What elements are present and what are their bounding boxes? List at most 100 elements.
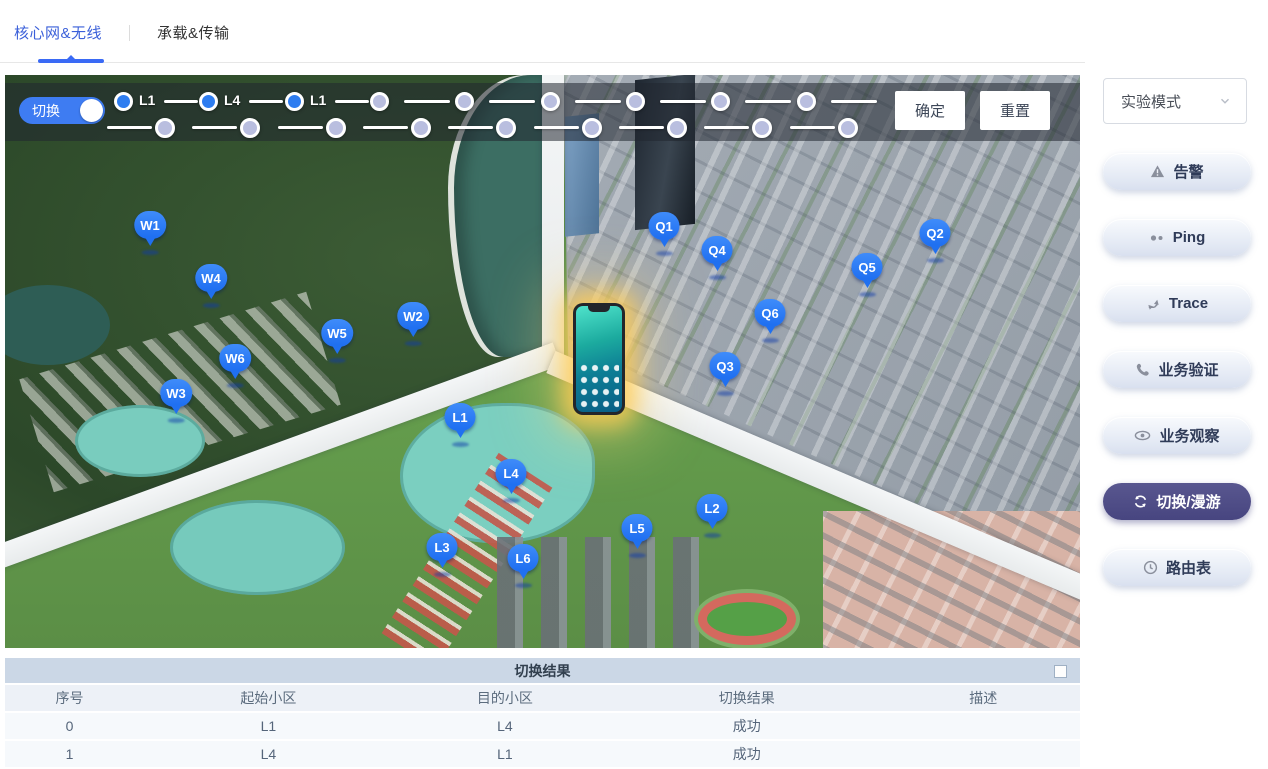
step-knob-top[interactable] bbox=[285, 92, 304, 111]
ping-button[interactable]: Ping bbox=[1103, 219, 1251, 256]
step-knob-top[interactable] bbox=[199, 92, 218, 111]
tab-bearer-transport[interactable]: 承载&传输 bbox=[157, 22, 230, 43]
step-track bbox=[704, 126, 749, 129]
pin-shadow bbox=[168, 418, 185, 423]
service-observe-button[interactable]: 业务观察 bbox=[1103, 417, 1251, 454]
trace-button[interactable]: Trace bbox=[1103, 285, 1251, 322]
ping-icon bbox=[1149, 232, 1165, 244]
step-knob-bottom[interactable] bbox=[838, 118, 858, 138]
step-track bbox=[107, 126, 152, 129]
step-track bbox=[619, 126, 664, 129]
map-stadium bbox=[698, 593, 796, 645]
tab-separator bbox=[129, 25, 130, 41]
marker-L2[interactable]: L2 bbox=[697, 494, 728, 522]
service-verify-button[interactable]: 业务验证 bbox=[1103, 351, 1251, 388]
marker-L3[interactable]: L3 bbox=[427, 533, 458, 561]
pin-shadow bbox=[142, 250, 159, 255]
handover-roaming-button-label: 切换/漫游 bbox=[1156, 491, 1220, 512]
eye-icon bbox=[1134, 429, 1151, 442]
app-window: 核心网&无线 承载&传输 切换 bbox=[0, 0, 1268, 769]
step-knob-bottom[interactable] bbox=[155, 118, 175, 138]
handover-result-table: 切换结果 序号 起始小区 目的小区 切换结果 描述 0 L1 L4 成功 1 L… bbox=[5, 658, 1080, 769]
phone-app-grid bbox=[579, 363, 619, 409]
col-header-source-cell: 起始小区 bbox=[134, 688, 403, 708]
step-knob-top[interactable] bbox=[626, 92, 645, 111]
routing-table-button-label: 路由表 bbox=[1166, 557, 1211, 578]
step-knob-bottom[interactable] bbox=[752, 118, 772, 138]
warning-icon bbox=[1150, 164, 1165, 179]
routing-table-button[interactable]: 路由表 bbox=[1103, 549, 1251, 586]
step-knob-bottom[interactable] bbox=[582, 118, 602, 138]
step-label: L1 bbox=[139, 92, 155, 108]
marker-Q1[interactable]: Q1 bbox=[649, 212, 680, 240]
alarm-button-label: 告警 bbox=[1173, 161, 1203, 182]
step-knob-top[interactable] bbox=[711, 92, 730, 111]
col-header-result: 切换结果 bbox=[607, 688, 887, 708]
marker-Q3[interactable]: Q3 bbox=[710, 352, 741, 380]
cell-index: 0 bbox=[5, 718, 134, 734]
step-track bbox=[660, 100, 706, 103]
pin-shadow bbox=[859, 292, 876, 297]
reset-button[interactable]: 重置 bbox=[980, 91, 1050, 130]
handover-roaming-button[interactable]: 切换/漫游 bbox=[1103, 483, 1251, 520]
alarm-button[interactable]: 告警 bbox=[1103, 153, 1251, 190]
marker-L4[interactable]: L4 bbox=[496, 459, 527, 487]
table-title-bar: 切换结果 bbox=[5, 658, 1080, 685]
step-knob-bottom[interactable] bbox=[240, 118, 260, 138]
step-knob-bottom[interactable] bbox=[496, 118, 516, 138]
marker-W5[interactable]: W5 bbox=[321, 319, 353, 347]
confirm-button[interactable]: 确定 bbox=[895, 91, 965, 130]
step-knob-bottom[interactable] bbox=[326, 118, 346, 138]
step-knob-bottom[interactable] bbox=[411, 118, 431, 138]
table-title: 切换结果 bbox=[515, 661, 571, 681]
pin-shadow bbox=[629, 553, 646, 558]
handover-mode-toggle-label: 切换 bbox=[32, 101, 60, 121]
step-knob-top[interactable] bbox=[797, 92, 816, 111]
step-track bbox=[489, 100, 535, 103]
handover-step-9 bbox=[797, 75, 907, 141]
marker-W4[interactable]: W4 bbox=[195, 264, 227, 292]
pin-shadow bbox=[927, 258, 944, 263]
tab-core-wireless[interactable]: 核心网&无线 bbox=[14, 22, 102, 43]
step-knob-top[interactable] bbox=[455, 92, 474, 111]
marker-W6[interactable]: W6 bbox=[219, 344, 251, 372]
marker-W3[interactable]: W3 bbox=[160, 379, 192, 407]
handover-mode-toggle[interactable]: 切换 bbox=[19, 97, 105, 124]
experiment-mode-value: 实验模式 bbox=[1121, 91, 1181, 112]
service-verify-button-label: 业务验证 bbox=[1158, 359, 1218, 380]
marker-Q5[interactable]: Q5 bbox=[852, 253, 883, 281]
trace-button-label: Trace bbox=[1169, 295, 1208, 312]
experiment-mode-select[interactable]: 实验模式 bbox=[1103, 78, 1247, 124]
marker-W2[interactable]: W2 bbox=[397, 302, 429, 330]
pin-shadow bbox=[717, 391, 734, 396]
step-knob-bottom[interactable] bbox=[667, 118, 687, 138]
step-track bbox=[192, 126, 237, 129]
marker-L6[interactable]: L6 bbox=[508, 544, 539, 572]
cell-index: 1 bbox=[5, 746, 134, 762]
pin-shadow bbox=[709, 275, 726, 280]
step-track bbox=[363, 126, 408, 129]
maximize-icon[interactable] bbox=[1054, 665, 1067, 678]
chevron-down-icon bbox=[1218, 94, 1232, 108]
marker-L1[interactable]: L1 bbox=[445, 403, 476, 431]
col-header-index: 序号 bbox=[5, 688, 134, 708]
marker-Q2[interactable]: Q2 bbox=[920, 219, 951, 247]
phone-screen bbox=[576, 306, 622, 412]
table-row[interactable]: 1 L4 L1 成功 bbox=[5, 741, 1080, 769]
ue-phone[interactable] bbox=[573, 303, 625, 415]
cell-target: L4 bbox=[403, 718, 607, 734]
ping-button-label: Ping bbox=[1173, 229, 1206, 246]
marker-L5[interactable]: L5 bbox=[622, 514, 653, 542]
step-track bbox=[534, 126, 579, 129]
step-knob-top[interactable] bbox=[370, 92, 389, 111]
table-row[interactable]: 0 L1 L4 成功 bbox=[5, 713, 1080, 741]
cell-result: 成功 bbox=[607, 716, 887, 736]
col-header-description: 描述 bbox=[887, 688, 1081, 708]
marker-Q4[interactable]: Q4 bbox=[702, 236, 733, 264]
step-knob-top[interactable] bbox=[541, 92, 560, 111]
toggle-knob[interactable] bbox=[80, 99, 103, 122]
marker-W1[interactable]: W1 bbox=[134, 211, 166, 239]
pin-shadow bbox=[434, 572, 451, 577]
marker-Q6[interactable]: Q6 bbox=[755, 299, 786, 327]
step-knob-top[interactable] bbox=[114, 92, 133, 111]
